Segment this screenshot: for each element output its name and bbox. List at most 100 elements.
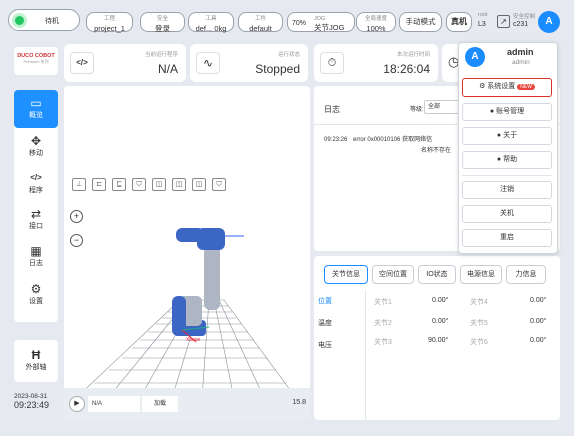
joint-3-label: 关节3 bbox=[374, 339, 392, 346]
real-robot-button[interactable]: 真机 bbox=[446, 12, 472, 32]
view-cube-b-button[interactable]: ◫ bbox=[172, 178, 186, 191]
user-avatar[interactable]: A bbox=[538, 11, 560, 33]
menu-help[interactable]: ● 帮助 bbox=[462, 151, 552, 169]
nav-move[interactable]: ✥ 移动 bbox=[14, 128, 58, 166]
play-button[interactable]: ▶ bbox=[69, 396, 85, 412]
zoom-out-button[interactable]: − bbox=[70, 234, 83, 247]
menu-about-label: 关于 bbox=[503, 132, 518, 139]
time-text: 09:23:49 bbox=[14, 400, 50, 410]
run-status-card: ∿ 运行状态 Stopped bbox=[190, 44, 308, 82]
joint-2-value: 0.00° bbox=[432, 318, 449, 325]
tab-joint-info[interactable]: 关节信息 bbox=[324, 265, 368, 284]
jog-selector[interactable]: 70% JOG 关节JOG bbox=[287, 12, 355, 32]
user-icon: ● bbox=[489, 108, 495, 115]
log-entry-time: 09:23:26 bbox=[324, 137, 348, 143]
workpiece-selector[interactable]: 工件 default bbox=[238, 12, 283, 33]
menu-about[interactable]: ● 关于 bbox=[462, 127, 552, 145]
view-shield-button[interactable]: ⛉ bbox=[132, 178, 146, 191]
log-entry-text: error 0x00010106 获取网络信 bbox=[353, 137, 433, 143]
global-speed-value: 100% bbox=[366, 24, 386, 33]
menu-system-settings[interactable]: ⚙ 系统设置 NEW bbox=[462, 78, 552, 97]
log-level-value: 全部 bbox=[428, 104, 441, 110]
program-name-text: N/A bbox=[92, 401, 103, 407]
safety-control-value: c231 bbox=[513, 21, 529, 28]
run-time-card: ⏱ 本次运行时间 18:26:04 bbox=[314, 44, 438, 82]
robot-scene: Xbase bbox=[75, 228, 297, 399]
load-button-label: 加载 bbox=[153, 401, 166, 407]
side-item-position[interactable]: 位置 bbox=[318, 296, 332, 306]
menu-shutdown[interactable]: 关机 bbox=[462, 205, 552, 223]
menu-logout[interactable]: 注销 bbox=[462, 181, 552, 199]
nav-external-axis[interactable]: Ħ 外部轴 bbox=[14, 340, 58, 382]
project-selector[interactable]: 工程 project_1 bbox=[86, 12, 133, 33]
help-icon: ● bbox=[496, 156, 502, 163]
gear-icon: ⚙ bbox=[30, 282, 42, 296]
nav-log[interactable]: ▦ 日志 bbox=[14, 238, 58, 276]
view-front-button[interactable]: ⊏ bbox=[92, 178, 106, 191]
nav-interface[interactable]: ⇄ 接口 bbox=[14, 201, 58, 239]
nav-interface-label: 接口 bbox=[29, 223, 43, 230]
side-item-voltage[interactable]: 电压 bbox=[318, 340, 332, 350]
safety-selector[interactable]: 安全 登录 bbox=[140, 12, 185, 33]
log-level-label: 等级: bbox=[410, 107, 424, 113]
move-icon: ✥ bbox=[30, 134, 42, 148]
tab-space-position-label: 空间位置 bbox=[379, 271, 407, 278]
tab-io-status[interactable]: IO状态 bbox=[418, 265, 456, 284]
tab-power-info[interactable]: 电源信息 bbox=[460, 265, 502, 284]
permission-level[interactable]: root L3 bbox=[476, 12, 498, 32]
menu-restart[interactable]: 重启 bbox=[462, 229, 552, 247]
tool-selector[interactable]: 工具 def... 0kg bbox=[188, 12, 234, 33]
permission-level-label: root bbox=[478, 12, 488, 18]
speed-readout: 15.8 bbox=[292, 399, 306, 406]
view-cube-a-button[interactable]: ◫ bbox=[152, 178, 166, 191]
side-item-temperature[interactable]: 温度 bbox=[318, 318, 332, 328]
robot-3d-view[interactable]: Xbase ⊥ ⊏ ⊑ ⛉ ◫ ◫ ◫ ⛉ + − ▶ N/A 加载 15.8 bbox=[64, 86, 310, 420]
log-level-select[interactable]: 全部 bbox=[424, 100, 460, 114]
log-entry-continued: 名称不存在 bbox=[421, 148, 452, 154]
nav-log-label: 日志 bbox=[29, 260, 43, 267]
safety-control-icon: ↗ bbox=[497, 15, 510, 28]
global-speed-selector[interactable]: 全局速度 100% bbox=[356, 12, 396, 33]
datetime: 2023-08-31 09:23:49 bbox=[14, 392, 58, 410]
program-name-field[interactable]: N/A bbox=[88, 396, 140, 412]
workpiece-value: default bbox=[249, 24, 272, 33]
axis-x-label: Xbase bbox=[186, 337, 200, 343]
joint-1-value: 0.00° bbox=[432, 297, 449, 304]
joint-3-value: 90.00° bbox=[428, 337, 449, 344]
nav-overview[interactable]: ▭ 概览 bbox=[14, 90, 58, 128]
load-button[interactable]: 加载 bbox=[142, 396, 178, 412]
nav-overview-label: 概览 bbox=[29, 112, 43, 119]
run-status-value: Stopped bbox=[255, 62, 300, 76]
menu-shutdown-label: 关机 bbox=[500, 210, 514, 217]
monitor-icon: ▭ bbox=[30, 96, 42, 110]
joint-4-value: 0.00° bbox=[530, 297, 547, 304]
tab-force-info[interactable]: 力信息 bbox=[506, 265, 546, 284]
tab-io-status-label: IO状态 bbox=[426, 271, 448, 278]
calendar-icon: ▦ bbox=[30, 244, 42, 258]
tab-space-position[interactable]: 空间位置 bbox=[372, 265, 414, 284]
code-icon: </> bbox=[70, 52, 94, 74]
info-icon: ● bbox=[496, 132, 502, 139]
current-program-card: </> 当前运行程序 N/A bbox=[64, 44, 186, 82]
project-label: 工程 bbox=[103, 16, 115, 22]
joint-6-label: 关节6 bbox=[470, 339, 488, 346]
menu-account-management[interactable]: ● 账号管理 bbox=[462, 103, 552, 121]
run-time-value: 18:26:04 bbox=[383, 62, 430, 76]
status-toggle[interactable]: 待机 bbox=[8, 9, 80, 31]
view-safety-button[interactable]: ⛉ bbox=[212, 178, 226, 191]
view-side-button[interactable]: ⊑ bbox=[112, 178, 126, 191]
program-value: N/A bbox=[157, 62, 178, 76]
external-axis-icon: Ħ bbox=[31, 348, 41, 362]
view-cube-c-button[interactable]: ◫ bbox=[192, 178, 206, 191]
swap-icon: ⇄ bbox=[30, 207, 42, 221]
zoom-in-button[interactable]: + bbox=[70, 210, 83, 223]
nav-program[interactable]: </> 程序 bbox=[14, 165, 58, 203]
menu-role: admin bbox=[512, 59, 530, 66]
log-entry: 09:23:26 error 0x00010106 获取网络信 bbox=[324, 136, 432, 145]
view-top-button[interactable]: ⊥ bbox=[72, 178, 86, 191]
nav-settings[interactable]: ⚙ 设置 bbox=[14, 276, 58, 314]
stopwatch-icon: ⏱ bbox=[320, 52, 344, 74]
manual-mode-button[interactable]: 手动模式 bbox=[399, 12, 442, 32]
safety-control[interactable]: ↗ 安全控制 c231 bbox=[497, 12, 537, 32]
menu-avatar-letter: A bbox=[471, 51, 479, 62]
